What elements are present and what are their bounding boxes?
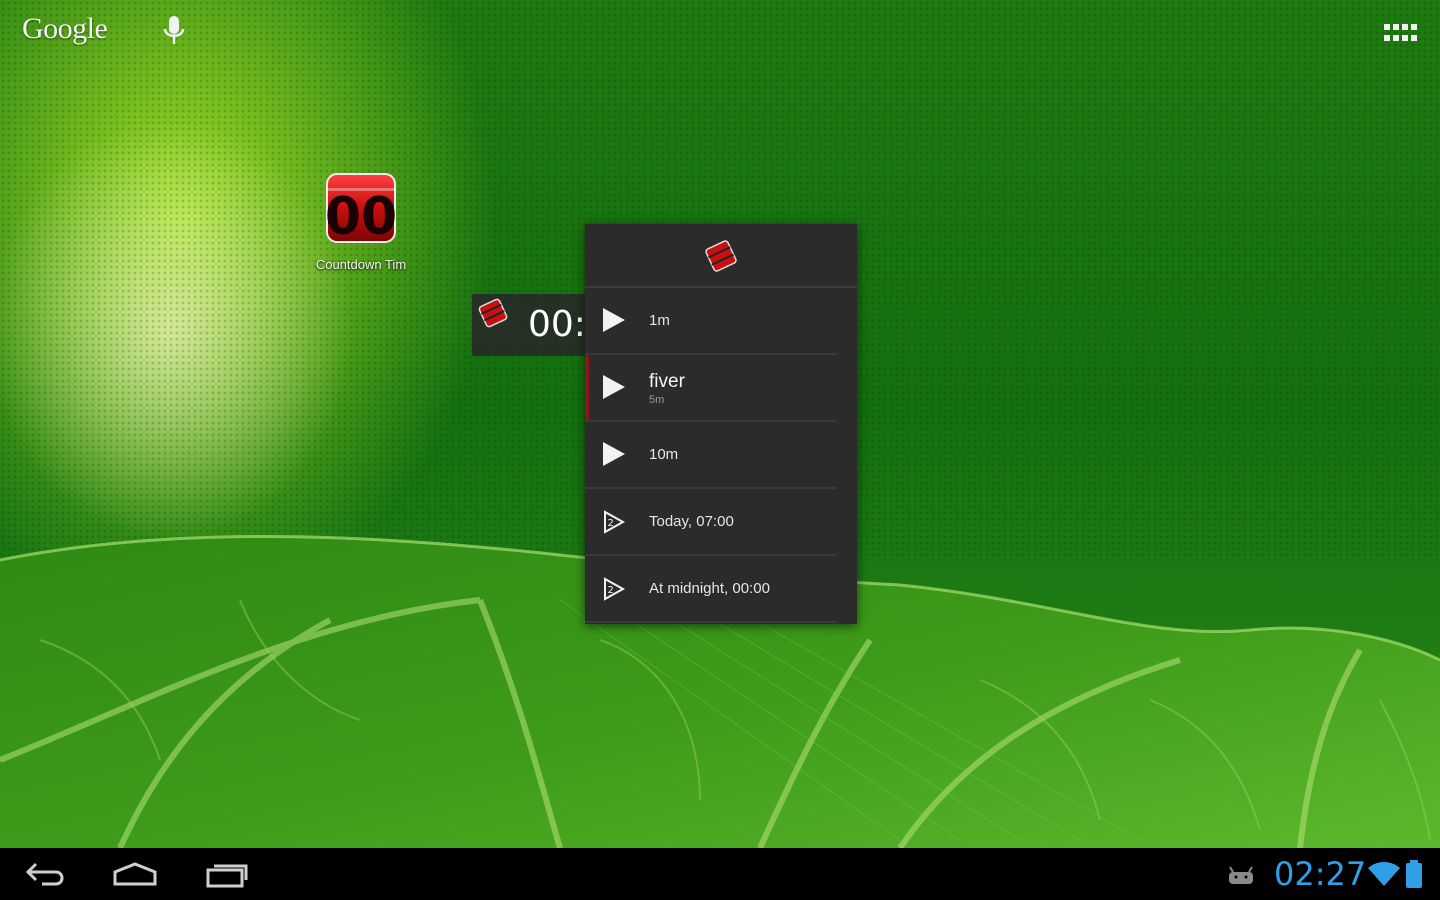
shortcut-label: Countdown Tim [315, 257, 407, 272]
timer-label: fiver [649, 371, 685, 392]
timer-popup-menu: 1m fiver 5m 10m 2 Today, 07:00 2 At midn… [585, 224, 857, 624]
countdown-timer-app-icon: 00 [325, 173, 397, 247]
play-icon [603, 308, 625, 332]
android-notification-icon[interactable] [1226, 864, 1256, 888]
alarm-item-today[interactable]: 2 Today, 07:00 [585, 489, 837, 556]
timer-item-fiver[interactable]: fiver 5m [585, 355, 837, 422]
google-search-logo[interactable]: Google [22, 12, 108, 46]
alarm-play-icon: 2 [604, 510, 626, 534]
back-icon[interactable] [22, 858, 72, 890]
wifi-icon [1368, 862, 1400, 886]
timer-duration: 5m [649, 394, 665, 406]
popup-header [585, 224, 857, 288]
battery-icon [1406, 860, 1422, 888]
countdown-widget[interactable]: 00:00 [472, 294, 598, 356]
timer-item-10m[interactable]: 10m [585, 422, 837, 489]
svg-text:00: 00 [325, 187, 397, 247]
alarm-play-icon: 2 [604, 577, 626, 601]
home-screen: Google 00 Countdown Tim 00: 1m fiver 5m … [0, 0, 1440, 900]
timer-item-1m[interactable]: 1m [585, 288, 837, 355]
play-icon [603, 442, 625, 466]
all-apps-grid-icon[interactable] [1382, 22, 1418, 46]
recent-apps-icon[interactable] [202, 858, 252, 890]
countdown-timer-shortcut[interactable]: 00 Countdown Tim [302, 168, 420, 272]
alarm-label: At midnight, 00:00 [649, 580, 770, 597]
svg-text:2: 2 [608, 585, 614, 596]
countdown-timer-app-icon [478, 298, 508, 328]
play-icon [603, 375, 625, 399]
svg-text:2: 2 [608, 518, 614, 529]
timer-label: 1m [649, 312, 670, 329]
system-navigation-bar [0, 848, 1440, 900]
microphone-icon[interactable] [160, 14, 188, 50]
alarm-label: Today, 07:00 [649, 513, 734, 530]
alarm-item-midnight[interactable]: 2 At midnight, 00:00 [585, 556, 837, 623]
countdown-timer-app-icon [705, 240, 737, 272]
status-clock[interactable]: 02:27 [1274, 855, 1366, 893]
timer-label: 10m [649, 446, 679, 463]
home-icon[interactable] [110, 858, 160, 890]
